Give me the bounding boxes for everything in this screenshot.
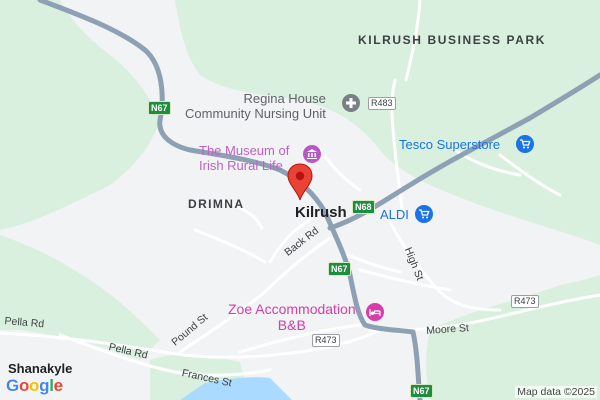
location-pin-icon[interactable]: [284, 162, 316, 202]
map-canvas[interactable]: KILRUSH BUSINESS PARK DRIMNA Kilrush Sha…: [0, 0, 600, 400]
poi-label-museum[interactable]: The Museum of Irish Rural Life: [199, 143, 289, 173]
town-label-shanakyle[interactable]: Shanakyle: [8, 362, 72, 375]
logo-letter: o: [29, 376, 40, 395]
logo-letter: o: [18, 376, 30, 395]
poi-label-tesco[interactable]: Tesco Superstore: [399, 138, 500, 151]
town-label-kilrush[interactable]: Kilrush: [295, 205, 347, 220]
area-label-drimna: DRIMNA: [188, 197, 245, 211]
street-label-moore-st: Moore St: [425, 322, 470, 337]
poi-label-aldi[interactable]: ALDI: [380, 208, 409, 221]
bed-icon[interactable]: [366, 303, 384, 321]
road-shield-r473: R473: [511, 295, 539, 308]
road-shield-n68: N68: [352, 200, 375, 214]
road-shield-n67: N67: [410, 384, 433, 398]
road-shield-r473: R473: [312, 334, 340, 347]
logo-letter: e: [53, 376, 63, 395]
logo-letter: g: [39, 376, 50, 395]
shopping-cart-icon[interactable]: [415, 205, 433, 223]
road-shield-n67: N67: [328, 262, 351, 276]
map-data-credit[interactable]: Map data ©2025: [515, 386, 597, 398]
poi-label-regina-house[interactable]: Regina House Community Nursing Unit: [185, 91, 326, 121]
medical-icon[interactable]: [342, 94, 360, 112]
area-label-kilrush-business-park: KILRUSH BUSINESS PARK: [358, 33, 547, 47]
google-logo: Google: [6, 376, 63, 396]
poi-label-zoe[interactable]: Zoe Accommodation B&B: [228, 301, 356, 333]
road-shield-r483: R483: [368, 97, 396, 110]
logo-letter: G: [6, 376, 19, 395]
shopping-cart-icon[interactable]: [516, 135, 534, 153]
museum-icon[interactable]: [303, 145, 321, 163]
road-shield-n67: N67: [148, 101, 171, 115]
